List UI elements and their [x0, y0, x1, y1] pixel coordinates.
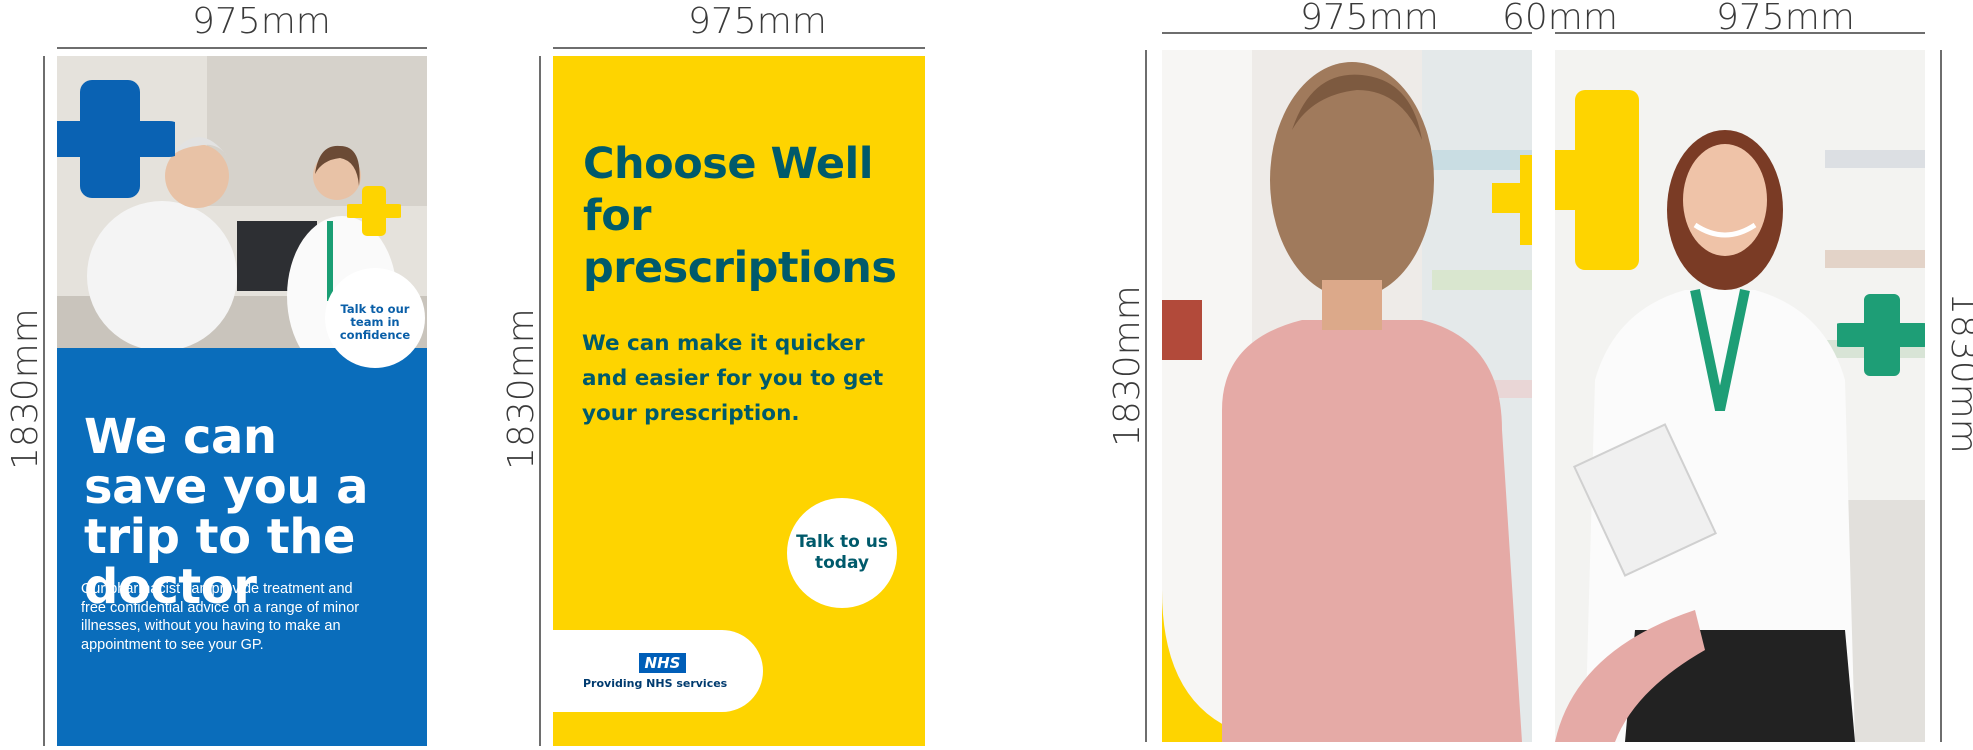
dimension-label-panel3-height: 1830mm — [1107, 285, 1148, 447]
dimension-line-right-4 — [1940, 50, 1942, 742]
dimension-line-top-2 — [553, 47, 925, 49]
cross-icon — [347, 186, 401, 236]
dimension-label-panel2-width: 975mm — [688, 1, 827, 42]
cross-icon — [1492, 155, 1532, 245]
nhs-badge: NHS Providing NHS services — [553, 630, 763, 712]
panel2-body-text: We can make it quicker and easier for yo… — [582, 331, 884, 426]
speech-bubble: Talk to our team in confidence — [325, 268, 425, 368]
dimension-label-panel2-height: 1830mm — [501, 308, 542, 470]
dimension-label-panel1-height: 1830mm — [5, 308, 46, 470]
dimension-label-gap: 60mm — [1502, 0, 1618, 38]
dimension-label-panel4-height: 1830mm — [1943, 292, 1973, 454]
speech-bubble: Talk to us today — [787, 498, 897, 608]
cross-icon — [57, 80, 175, 198]
dimension-label-panel3-width: 975mm — [1300, 0, 1439, 38]
poster-panel-1: Talk to our team in confidence We can sa… — [57, 56, 427, 746]
customer-photo — [1162, 50, 1532, 742]
panel1-body-text: Our pharmacist can provide treatment and… — [81, 581, 360, 653]
nhs-logo: NHS — [639, 653, 686, 673]
dimension-line-top-1 — [57, 47, 427, 49]
poster-panel-4 — [1555, 50, 1925, 742]
poster-panel-3 — [1162, 50, 1532, 742]
dimension-label-panel1-width: 975mm — [192, 1, 331, 42]
panel2-headline: Choose Well for prescriptions — [583, 139, 897, 293]
cross-icon — [1837, 294, 1925, 376]
bubble-text: Talk to our team in confidence — [339, 301, 411, 342]
nhs-services-text: Providing NHS services — [583, 677, 728, 690]
dimension-label-panel4-width: 975mm — [1716, 0, 1855, 38]
cross-icon — [1555, 90, 1639, 270]
poster-panel-2: Choose Well for prescriptions We can mak… — [553, 56, 925, 746]
bubble-text: Talk to us today — [796, 532, 888, 573]
